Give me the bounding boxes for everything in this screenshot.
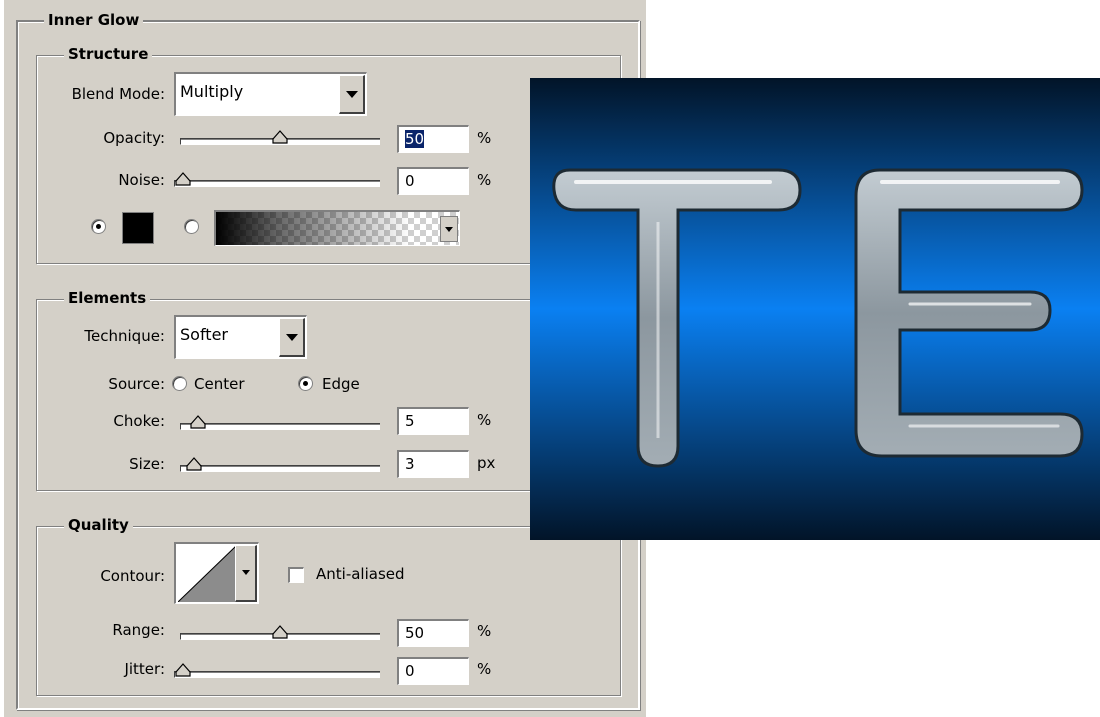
- technique-label: Technique:: [84, 327, 165, 345]
- chevron-down-icon: [345, 91, 358, 98]
- text-effect-preview: [530, 78, 1100, 540]
- noise-slider[interactable]: [174, 171, 380, 191]
- opacity-slider[interactable]: [180, 129, 380, 149]
- choke-slider[interactable]: [180, 414, 380, 434]
- source-center-radio[interactable]: [172, 376, 187, 391]
- blend-mode-label: Blend Mode:: [71, 85, 165, 103]
- panel-left-edge: [0, 0, 4, 717]
- chevron-down-icon: [285, 334, 298, 341]
- choke-label: Choke:: [113, 412, 165, 430]
- quality-title: Quality: [64, 516, 133, 534]
- radio-selected-dot: [96, 224, 101, 229]
- jitter-slider[interactable]: [174, 662, 380, 682]
- opacity-label: Opacity:: [103, 129, 165, 147]
- noise-slider-thumb[interactable]: [174, 172, 192, 186]
- noise-value: 0: [405, 172, 415, 190]
- elements-title: Elements: [64, 289, 151, 307]
- noise-label: Noise:: [118, 171, 165, 189]
- chevron-down-icon: [445, 227, 453, 232]
- range-slider-thumb[interactable]: [271, 625, 289, 639]
- anti-aliased-checkbox[interactable]: [288, 567, 304, 583]
- opacity-value: 50: [405, 130, 425, 148]
- size-slider-thumb[interactable]: [185, 457, 203, 471]
- jitter-slider-thumb[interactable]: [174, 663, 192, 677]
- size-slider-track: [180, 465, 380, 472]
- noise-slider-track: [174, 180, 380, 187]
- source-label: Source:: [108, 375, 165, 393]
- size-unit: px: [477, 454, 496, 472]
- source-center-label: Center: [194, 375, 245, 393]
- chevron-down-icon: [241, 570, 250, 575]
- size-value: 3: [405, 455, 415, 473]
- range-value: 50: [405, 624, 425, 642]
- size-input[interactable]: 3: [397, 450, 469, 478]
- radio-selected-dot: [303, 381, 308, 386]
- contour-picker[interactable]: [174, 542, 259, 604]
- opacity-unit: %: [477, 129, 492, 147]
- contour-label: Contour:: [100, 567, 165, 585]
- jitter-input[interactable]: 0: [397, 657, 469, 685]
- gradient-dropdown-button[interactable]: [440, 216, 458, 242]
- range-slider[interactable]: [180, 624, 380, 644]
- size-slider[interactable]: [180, 456, 380, 476]
- jitter-value: 0: [405, 662, 415, 680]
- size-label: Size:: [129, 455, 165, 473]
- technique-select[interactable]: Softer: [174, 315, 307, 359]
- jitter-label: Jitter:: [124, 660, 165, 678]
- choke-unit: %: [477, 411, 492, 429]
- jitter-slider-track: [174, 671, 380, 678]
- contour-dropdown-button[interactable]: [235, 545, 257, 602]
- opacity-input[interactable]: 50: [397, 125, 469, 153]
- noise-input[interactable]: 0: [397, 167, 469, 195]
- noise-unit: %: [477, 171, 492, 189]
- anti-aliased-label: Anti-aliased: [316, 565, 405, 583]
- contour-linear-icon: [178, 546, 236, 602]
- source-edge-label: Edge: [322, 375, 360, 393]
- range-unit: %: [477, 622, 492, 640]
- structure-title: Structure: [64, 45, 153, 63]
- gradient-radio[interactable]: [184, 219, 199, 234]
- opacity-slider-thumb[interactable]: [271, 130, 289, 144]
- jitter-unit: %: [477, 660, 492, 678]
- choke-value: 5: [405, 412, 415, 430]
- gradient-picker[interactable]: [214, 210, 460, 246]
- blend-mode-select[interactable]: Multiply: [174, 72, 367, 116]
- choke-slider-thumb[interactable]: [189, 415, 207, 429]
- solid-color-radio[interactable]: [91, 219, 106, 234]
- range-input[interactable]: 50: [397, 619, 469, 647]
- technique-value: Softer: [180, 325, 228, 344]
- glow-color-swatch[interactable]: [122, 212, 154, 244]
- choke-slider-track: [180, 423, 380, 430]
- range-label: Range:: [112, 621, 165, 639]
- source-edge-radio[interactable]: [298, 376, 313, 391]
- choke-input[interactable]: 5: [397, 407, 469, 435]
- blend-mode-dropdown-button[interactable]: [339, 75, 365, 114]
- blend-mode-value: Multiply: [180, 82, 244, 101]
- technique-dropdown-button[interactable]: [279, 318, 305, 357]
- inner-glow-title: Inner Glow: [44, 11, 144, 29]
